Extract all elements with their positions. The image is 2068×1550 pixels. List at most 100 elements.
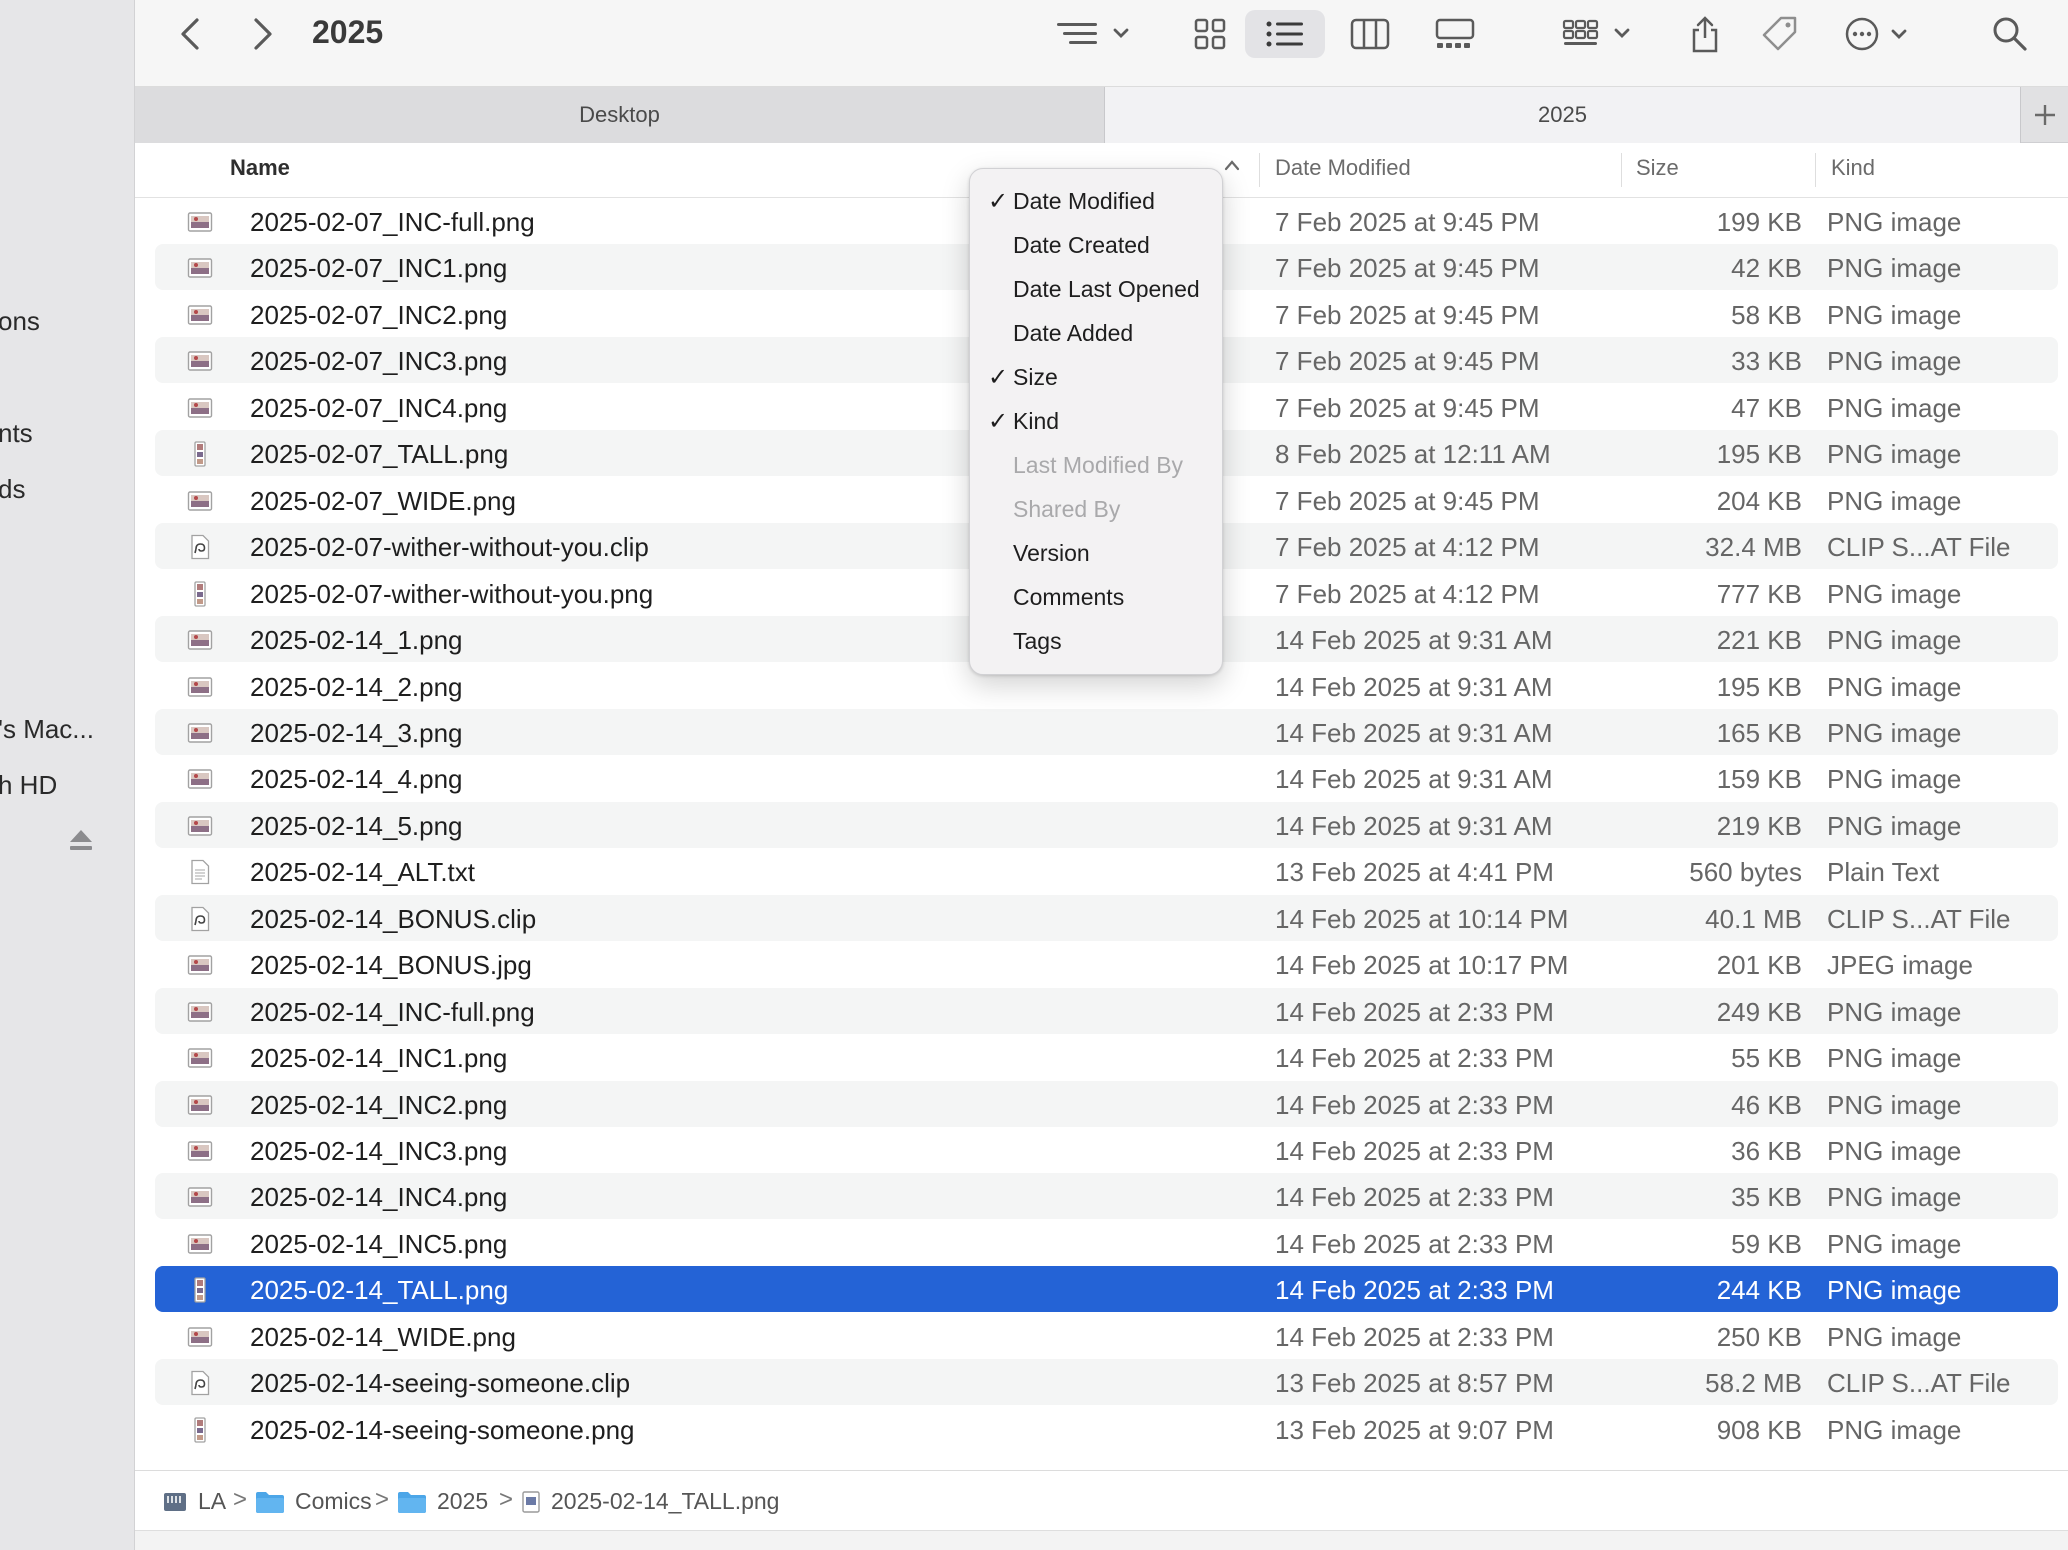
- menu-item-label: Date Modified: [1013, 188, 1155, 214]
- file-size: 908 KB: [1716, 1414, 1802, 1445]
- gallery-view-button[interactable]: [1420, 10, 1490, 58]
- file-size: 195 KB: [1716, 439, 1802, 470]
- file-size: 777 KB: [1716, 578, 1802, 609]
- image-icon: [187, 212, 213, 232]
- icon-view-button[interactable]: [1180, 10, 1240, 58]
- table-row[interactable]: 2025-02-14_ALT.txt 13 Feb 2025 at 4:41 PM…: [155, 848, 2058, 894]
- new-tab-button[interactable]: [2020, 87, 2068, 143]
- table-row[interactable]: 2025-02-14_4.png 14 Feb 2025 at 9:31 AM 15…: [155, 755, 2058, 801]
- status-bar: [135, 1530, 2068, 1550]
- sort-ascending-icon[interactable]: [1223, 159, 1241, 171]
- search-icon: [1993, 17, 2027, 51]
- sidebar-item-applications[interactable]: ons: [0, 306, 40, 337]
- table-row[interactable]: 2025-02-14_WIDE.png 14 Feb 2025 at 2:33 P…: [155, 1313, 2058, 1359]
- table-row[interactable]: 2025-02-14_INC-full.png 14 Feb 2025 at 2:…: [155, 987, 2058, 1034]
- file-kind: PNG image: [1827, 207, 1962, 237]
- menu-item-label: Date Added: [1013, 320, 1134, 346]
- share-icon: [1692, 16, 1718, 53]
- image-icon: [187, 1141, 213, 1161]
- column-header-date-modified[interactable]: Date Modified: [1275, 155, 1411, 181]
- tab-2025[interactable]: 2025: [1105, 87, 2020, 143]
- column-header-name[interactable]: Name: [230, 155, 290, 181]
- checkmark-icon: ✓: [988, 408, 1009, 435]
- tall-image-icon: [194, 580, 206, 607]
- group-grid-icon: [1562, 19, 1630, 45]
- tab-desktop[interactable]: Desktop: [135, 87, 1105, 143]
- menu-item-date-added[interactable]: Date Added: [970, 313, 1224, 353]
- file-size: 36 KB: [1731, 1136, 1802, 1166]
- table-row[interactable]: 2025-02-14-seeing-someone.png 13 Feb 2025…: [155, 1406, 2058, 1452]
- tall-image-icon: [194, 1417, 206, 1443]
- tall-image-icon: [194, 441, 206, 467]
- eject-icon[interactable]: [68, 828, 94, 852]
- file-size: 244 KB: [1716, 1275, 1802, 1306]
- menu-item-tags[interactable]: Tags: [970, 621, 1224, 661]
- file-name: 2025-02-07_WIDE.png: [250, 485, 516, 516]
- path-item-2025[interactable]: 2025: [397, 1488, 488, 1515]
- menu-item-date-created[interactable]: Date Created: [970, 225, 1224, 265]
- file-name: 2025-02-14_WIDE.png: [250, 1321, 516, 1352]
- column-options-menu: ✓ Date Modified Date Created Date Last Open…: [969, 168, 1223, 675]
- menu-item-date-last-opened[interactable]: Date Last Opened: [970, 269, 1224, 309]
- path-bar: LA > Comics > 2025 > 2025-02-14_TALL.png: [135, 1470, 2068, 1530]
- file-date-modified: 14 Feb 2025 at 2:33 PM: [1275, 1182, 1554, 1213]
- list-view-button[interactable]: [1245, 10, 1325, 58]
- tags-button[interactable]: [1755, 10, 1805, 58]
- menu-item-comments[interactable]: Comments: [970, 577, 1224, 617]
- menu-item-version[interactable]: Version: [970, 533, 1224, 573]
- file-kind: PNG image: [1827, 1182, 1962, 1213]
- table-row[interactable]: 2025-02-14_BONUS.jpg 14 Feb 2025 at 10:17…: [155, 941, 2058, 987]
- share-button[interactable]: [1680, 10, 1730, 58]
- more-actions-button[interactable]: [1840, 10, 1920, 58]
- text-file-icon: [191, 860, 210, 885]
- table-row[interactable]: 2025-02-14_INC5.png 14 Feb 2025 at 2:33 P…: [155, 1220, 2058, 1266]
- menu-item-kind[interactable]: ✓ Kind: [970, 401, 1224, 441]
- table-row-selected[interactable]: 2025-02-14_TALL.png 14 Feb 2025 at 2:33 P…: [155, 1266, 2058, 1313]
- clip-file-icon: [191, 906, 210, 931]
- file-name: 2025-02-14_INC4.png: [250, 1182, 508, 1213]
- file-date-modified: 14 Feb 2025 at 10:14 PM: [1275, 903, 1569, 934]
- table-row[interactable]: 2025-02-14_3.png 14 Feb 2025 at 9:31 AM 16…: [155, 708, 2058, 755]
- table-row[interactable]: 2025-02-14_BONUS.clip 14 Feb 2025 at 10:1…: [155, 894, 2058, 941]
- file-date-modified: 13 Feb 2025 at 4:41 PM: [1275, 857, 1554, 888]
- table-row[interactable]: 2025-02-14_INC3.png 14 Feb 2025 at 2:33 P…: [155, 1127, 2058, 1173]
- back-button[interactable]: [170, 10, 210, 58]
- file-size: 47 KB: [1731, 392, 1802, 423]
- table-row[interactable]: 2025-02-14-seeing-someone.clip 13 Feb 202…: [155, 1359, 2058, 1406]
- column-view-button[interactable]: [1340, 10, 1400, 58]
- sidebar-item-disk[interactable]: h HD: [0, 770, 57, 801]
- sidebar-item-computer[interactable]: 's Mac...: [0, 714, 94, 745]
- column-header-kind[interactable]: Kind: [1831, 155, 1875, 181]
- file-name: 2025-02-07-wither-without-you.png: [250, 578, 654, 609]
- table-row[interactable]: 2025-02-14_INC2.png 14 Feb 2025 at 2:33 P…: [155, 1080, 2058, 1127]
- path-item-comics[interactable]: Comics: [255, 1488, 372, 1515]
- menu-item-label: Size: [1013, 364, 1058, 390]
- file-date-modified: 14 Feb 2025 at 10:17 PM: [1275, 950, 1569, 981]
- menu-item-size[interactable]: ✓ Size: [970, 357, 1224, 397]
- path-item-file[interactable]: 2025-02-14_TALL.png: [521, 1488, 779, 1515]
- group-by-button[interactable]: [1050, 10, 1140, 58]
- menu-item-label: Tags: [1013, 628, 1062, 654]
- file-kind: PNG image: [1827, 253, 1962, 284]
- table-row[interactable]: 2025-02-14_INC1.png 14 Feb 2025 at 2:33 P…: [155, 1034, 2058, 1080]
- menu-item-date-modified[interactable]: ✓ Date Modified: [970, 181, 1224, 221]
- column-header-size[interactable]: Size: [1636, 155, 1679, 181]
- file-name: 2025-02-07_INC-full.png: [250, 207, 535, 237]
- image-icon: [187, 816, 213, 836]
- sidebar-item-downloads[interactable]: ds: [0, 474, 25, 505]
- image-icon: [187, 769, 213, 790]
- path-item-la[interactable]: LA: [162, 1488, 226, 1515]
- file-kind: PNG image: [1827, 1275, 1962, 1306]
- table-row[interactable]: 2025-02-14_INC4.png 14 Feb 2025 at 2:33 P…: [155, 1173, 2058, 1220]
- file-kind: Plain Text: [1827, 857, 1940, 888]
- forward-button[interactable]: [243, 10, 283, 58]
- image-icon: [187, 1187, 213, 1208]
- file-size: 58.2 MB: [1705, 1368, 1802, 1399]
- file-kind: PNG image: [1827, 1228, 1962, 1259]
- table-row[interactable]: 2025-02-14_5.png 14 Feb 2025 at 9:31 AM 21…: [155, 801, 2058, 848]
- group-button[interactable]: [1555, 10, 1645, 58]
- search-button[interactable]: [1985, 10, 2035, 58]
- file-date-modified: 14 Feb 2025 at 9:31 AM: [1275, 671, 1553, 702]
- sidebar-item-documents[interactable]: nts: [0, 418, 33, 449]
- file-kind: PNG image: [1827, 439, 1962, 470]
